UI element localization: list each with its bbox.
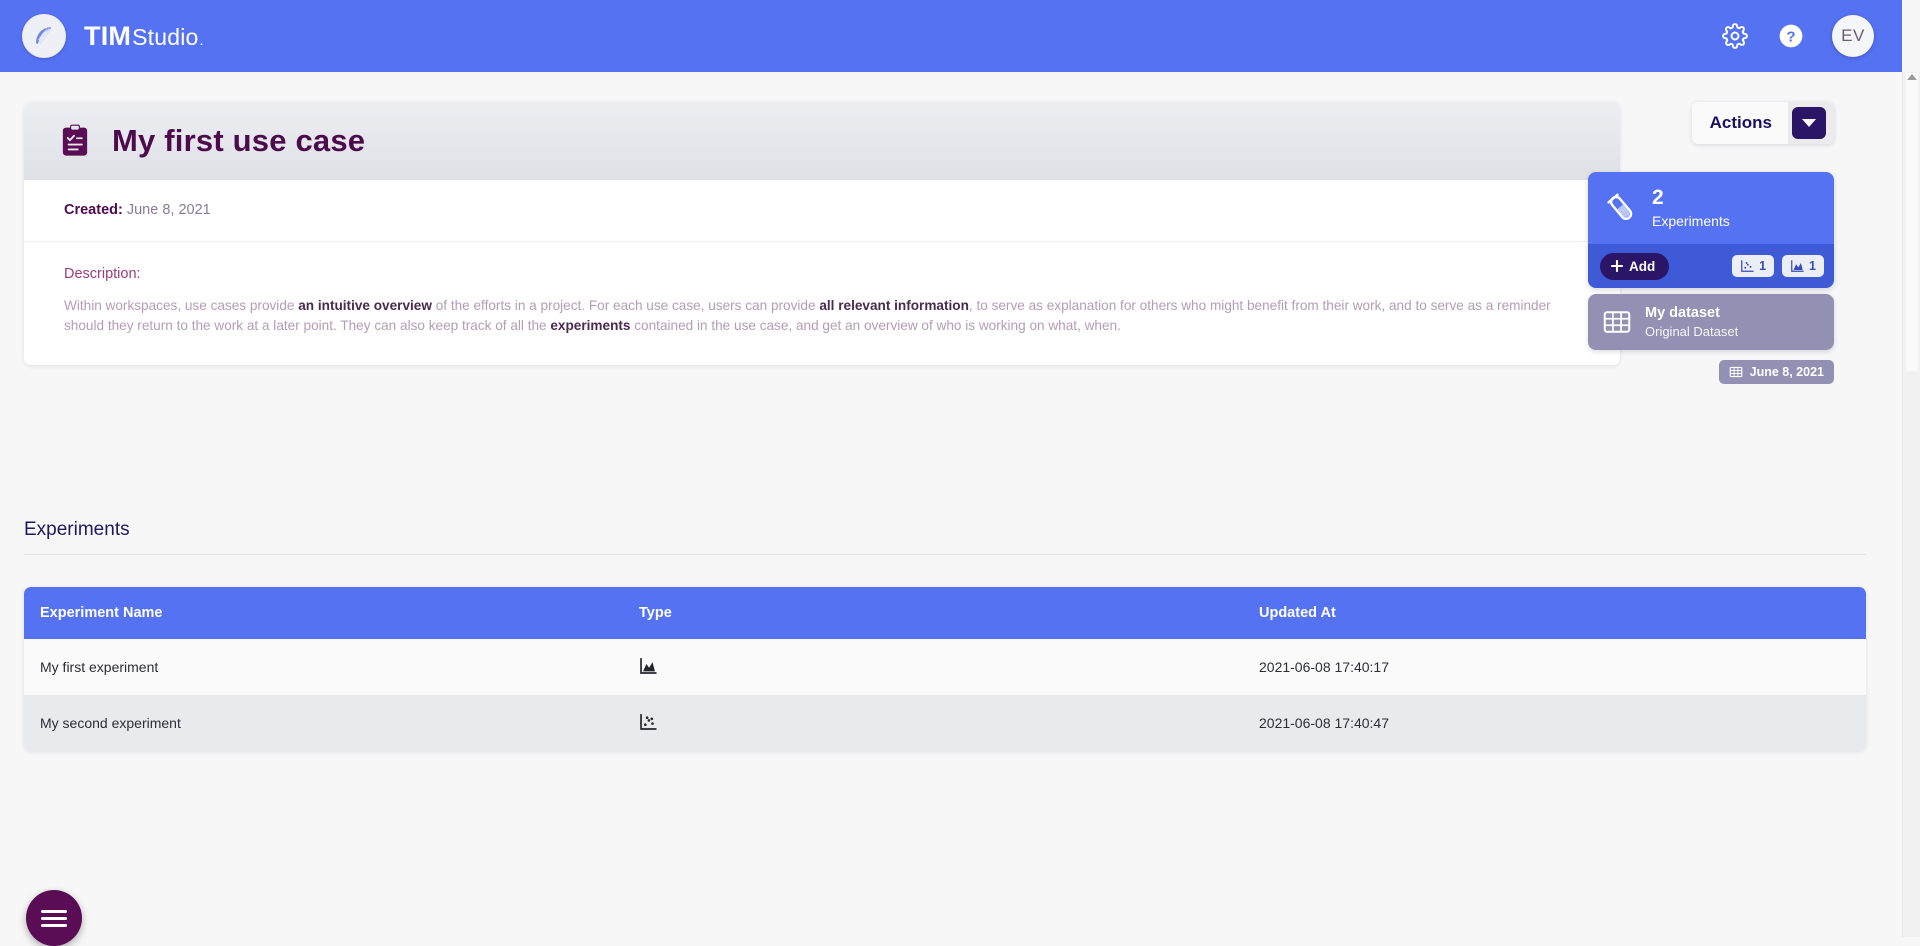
experiments-summary-bottom: Add 1 1 — [1588, 244, 1834, 288]
badge-scatter-experiments[interactable]: 1 — [1732, 255, 1775, 277]
dataset-name: My dataset — [1645, 305, 1720, 322]
badge-scatter-value: 1 — [1759, 259, 1767, 273]
dataset-date-value: June 8, 2021 — [1749, 365, 1824, 379]
dataset-card[interactable]: My dataset Original Dataset — [1588, 294, 1834, 350]
topbar-actions: ? EV — [1720, 15, 1874, 57]
menu-fab-button[interactable] — [26, 890, 82, 946]
dataset-text: My dataset Original Dataset — [1645, 305, 1738, 339]
badge-area-value: 1 — [1809, 259, 1816, 273]
dataset-subtitle: Original Dataset — [1645, 323, 1739, 339]
scroll-up-arrow-icon[interactable] — [1907, 74, 1917, 80]
column-header-name[interactable]: Experiment Name — [24, 605, 639, 621]
brand-title: TIM Studio . — [84, 21, 204, 52]
add-experiment-button[interactable]: Add — [1600, 252, 1670, 280]
clipboard-check-icon — [62, 124, 88, 156]
experiments-count-block: 2 Experiments — [1652, 186, 1730, 229]
scatter-chart-icon — [1741, 260, 1754, 272]
brand-part-tim: TIM — [84, 20, 132, 51]
help-button[interactable]: ? — [1776, 21, 1806, 51]
brand-part-dot: . — [199, 31, 204, 48]
cell-experiment-name: My second experiment — [40, 715, 181, 731]
experiments-summary-top: 2 Experiments — [1588, 172, 1834, 244]
hamburger-menu-icon — [41, 906, 67, 931]
actions-dropdown[interactable]: Actions — [1691, 102, 1834, 144]
app-logo[interactable] — [22, 14, 66, 58]
area-chart-icon — [1791, 260, 1804, 272]
description-block: Description: Within workspaces, use case… — [24, 242, 1620, 365]
column-header-type[interactable]: Type — [639, 605, 1259, 621]
test-tube-icon — [1607, 193, 1633, 221]
page-content: My first use case Created: June 8, 2021 … — [0, 72, 1902, 946]
experiments-count: 2 — [1652, 186, 1664, 210]
cell-experiment-type — [639, 657, 1259, 678]
svg-text:?: ? — [1786, 28, 1795, 45]
badge-area-experiments[interactable]: 1 — [1782, 255, 1824, 277]
cell-updated-at: 2021-06-08 17:40:17 — [1259, 659, 1389, 675]
scrollbar-thumb[interactable] — [1905, 72, 1919, 372]
column-header-updated[interactable]: Updated At — [1259, 605, 1866, 621]
user-avatar[interactable]: EV — [1832, 15, 1874, 57]
table-row[interactable]: My first experiment 2021-06-08 17:40:17 — [24, 639, 1866, 695]
dataset-date-badge: June 8, 2021 — [1718, 360, 1834, 384]
settings-button[interactable] — [1720, 21, 1750, 51]
experiments-summary-card: 2 Experiments Add 1 1 — [1588, 172, 1834, 288]
table-row[interactable]: My second experiment 2021-06-08 17:40:47 — [24, 695, 1866, 751]
calendar-table-icon — [1729, 366, 1742, 378]
use-case-card: My first use case Created: June 8, 2021 … — [24, 102, 1620, 365]
scatter-chart-icon — [640, 713, 657, 730]
experiments-section-title: Experiments — [24, 519, 130, 540]
experiment-type-badges: 1 1 — [1732, 255, 1824, 277]
use-case-header: My first use case — [24, 102, 1620, 180]
actions-label[interactable]: Actions — [1692, 102, 1788, 144]
question-circle-icon: ? — [1779, 24, 1803, 48]
created-row: Created: June 8, 2021 — [24, 180, 1620, 242]
cell-updated-at: 2021-06-08 17:40:47 — [1259, 715, 1389, 731]
experiments-count-label: Experiments — [1652, 212, 1730, 229]
plus-icon — [1611, 260, 1623, 272]
top-navigation-bar: TIM Studio . ? EV — [0, 0, 1902, 72]
page-scrollbar[interactable] — [1902, 72, 1920, 937]
add-experiment-label: Add — [1629, 258, 1656, 274]
cell-experiment-type — [639, 713, 1259, 734]
cell-experiment-name: My first experiment — [40, 659, 159, 675]
avatar-initials: EV — [1841, 26, 1865, 45]
description-label: Description: — [64, 266, 141, 282]
description-text: Within workspaces, use cases provide an … — [64, 298, 1551, 334]
gear-icon — [1722, 23, 1748, 49]
page-title: My first use case — [112, 123, 366, 158]
experiments-table: Experiment Name Type Updated At My first… — [24, 587, 1866, 751]
section-divider — [24, 554, 1866, 555]
actions-caret-wrap[interactable] — [1788, 102, 1834, 144]
actions-caret-button[interactable] — [1792, 107, 1826, 139]
brand-part-studio: Studio — [132, 23, 199, 50]
created-label: Created: — [64, 202, 123, 218]
area-chart-icon — [640, 657, 657, 674]
table-header-row: Experiment Name Type Updated At — [24, 587, 1866, 639]
table-grid-icon — [1603, 311, 1631, 333]
tim-leaf-icon — [36, 27, 51, 45]
created-value: June 8, 2021 — [126, 202, 211, 218]
chevron-down-icon — [1802, 119, 1816, 127]
